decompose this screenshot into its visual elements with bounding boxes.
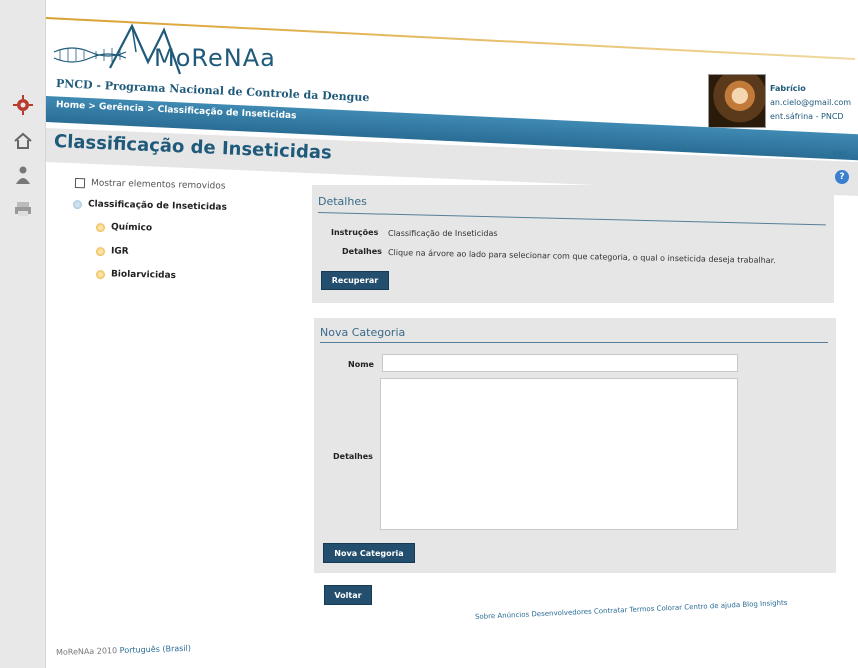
tree-root[interactable]: Classificação de Inseticidas [72,199,228,213]
tree-item-label: Químico [110,222,153,234]
home-icon[interactable] [8,128,38,154]
tree-leaf-icon [95,269,106,279]
tree-item-label: IGR [110,246,129,257]
footer-links[interactable]: Sobre Anúncios Desenvolvedores Contratar… [475,599,788,621]
tree-node-icon [72,199,83,209]
new-category-panel-title: Nova Categoria [320,326,406,339]
new-category-panel-rule [320,342,828,343]
tree-root-label: Classificação de Inseticidas [87,199,228,213]
footer-copyright: MoReNAa 2010 Português (Brasil) [56,644,191,657]
avatar[interactable] [708,74,766,128]
gear-icon[interactable] [8,92,38,118]
tree-item-label: Biolarvicidas [110,269,177,281]
sair-link[interactable]: Sair [832,149,848,157]
name-label: Nome [348,360,374,369]
user-role: ent.sáfrina - PNCD [770,112,844,121]
left-rail [0,0,46,668]
name-field[interactable] [382,354,738,372]
details-panel-title: Detalhes [318,195,367,208]
copyright-text: MoReNAa 2010 [55,646,118,657]
user-email: an.cielo@gmail.com [770,98,852,107]
tree-item-quimico[interactable]: Químico [95,222,153,234]
logo-wordmark: MoReNAa [154,44,276,72]
details-panel [312,185,834,303]
details-field-label: Detalhes [333,452,373,461]
page: MoReNAa PNCD - Programa Nacional de Cont… [0,0,858,668]
back-button[interactable]: Voltar [324,585,372,605]
details-label: Detalhes [342,247,382,256]
user-name[interactable]: Fabrício [770,82,851,96]
tree-item-igr[interactable]: IGR [95,246,129,257]
language-link[interactable]: Português (Brasil) [120,644,191,655]
printer-icon[interactable] [8,196,38,222]
recover-button[interactable]: Recuperar [321,271,389,290]
new-category-button[interactable]: Nova Categoria [323,543,415,563]
user-info: Fabrício an.cielo@gmail.com ent.sáfrina … [770,82,851,124]
show-removed-checkbox[interactable] [74,178,86,189]
user-icon[interactable] [8,162,38,188]
help-icon[interactable]: ? [835,170,849,184]
show-removed-toggle[interactable]: Mostrar elementos removidos [74,178,226,192]
instructions-value: Classificação de Inseticidas [388,229,498,238]
instructions-label: Instruções [331,228,379,237]
tree-leaf-icon [95,246,106,256]
tree-item-biolarvicidas[interactable]: Biolarvicidas [95,269,177,281]
details-textarea[interactable] [380,378,738,530]
show-removed-label: Mostrar elementos removidos [90,178,226,192]
tree-leaf-icon [95,222,106,232]
